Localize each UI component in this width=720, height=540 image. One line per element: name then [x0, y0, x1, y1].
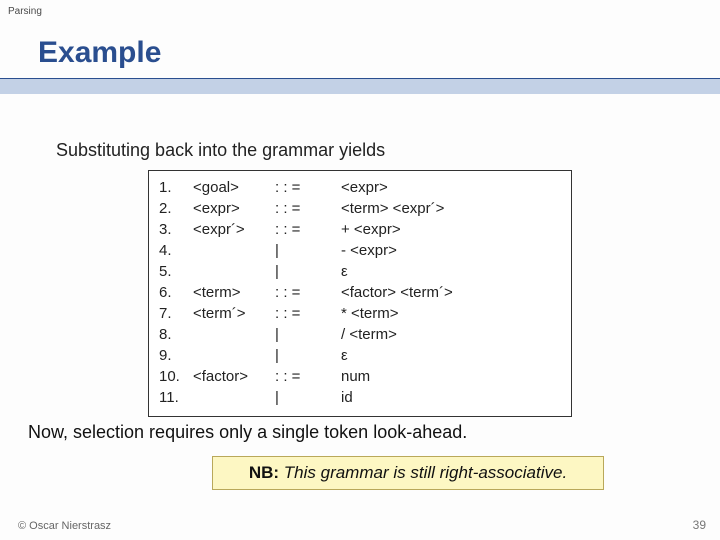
rule-number: 8.	[159, 324, 193, 345]
grammar-row: 9. |ε	[159, 345, 561, 366]
grammar-row: 3.<expr´>: : =+ <expr>	[159, 219, 561, 240]
rule-op: : : =	[275, 303, 341, 324]
rule-lhs	[193, 240, 275, 261]
grammar-row: 11. |id	[159, 387, 561, 408]
rule-rhs: <term> <expr´>	[341, 198, 561, 219]
rule-op: |	[275, 387, 341, 408]
rule-number: 9.	[159, 345, 193, 366]
rule-op: : : =	[275, 366, 341, 387]
rule-lhs	[193, 345, 275, 366]
rule-number: 6.	[159, 282, 193, 303]
rule-rhs: ε	[341, 345, 561, 366]
rule-op: |	[275, 345, 341, 366]
rule-number: 11.	[159, 387, 193, 408]
rule-lhs: <term´>	[193, 303, 275, 324]
rule-lhs: <goal>	[193, 177, 275, 198]
rule-rhs: + <expr>	[341, 219, 561, 240]
rule-number: 2.	[159, 198, 193, 219]
rule-op: : : =	[275, 219, 341, 240]
grammar-row: 2.<expr>: : =<term> <expr´>	[159, 198, 561, 219]
rule-rhs: * <term>	[341, 303, 561, 324]
grammar-row: 10.<factor>: : =num	[159, 366, 561, 387]
rule-rhs: <expr>	[341, 177, 561, 198]
rule-lhs	[193, 324, 275, 345]
rule-op: |	[275, 240, 341, 261]
callout-box: NB: This grammar is still right-associat…	[212, 456, 604, 490]
rule-lhs	[193, 261, 275, 282]
rule-number: 3.	[159, 219, 193, 240]
grammar-row: 8. |/ <term>	[159, 324, 561, 345]
grammar-box: 1.<goal>: : =<expr>2.<expr>: : =<term> <…	[148, 170, 572, 417]
title-underline	[0, 78, 720, 94]
rule-number: 4.	[159, 240, 193, 261]
rule-rhs: - <expr>	[341, 240, 561, 261]
rule-op: : : =	[275, 177, 341, 198]
rule-op: |	[275, 324, 341, 345]
rule-rhs: id	[341, 387, 561, 408]
rule-op: : : =	[275, 282, 341, 303]
rule-op: |	[275, 261, 341, 282]
rule-lhs: <expr´>	[193, 219, 275, 240]
grammar-row: 1.<goal>: : =<expr>	[159, 177, 561, 198]
rule-lhs: <term>	[193, 282, 275, 303]
copyright: © Oscar Nierstrasz	[18, 520, 111, 532]
grammar-row: 4. |- <expr>	[159, 240, 561, 261]
rule-op: : : =	[275, 198, 341, 219]
rule-rhs: <factor> <term´>	[341, 282, 561, 303]
topic-label: Parsing	[8, 6, 42, 17]
callout-text: This grammar is still right-associative.	[279, 463, 567, 482]
rule-rhs: ε	[341, 261, 561, 282]
lead-text: Substituting back into the grammar yield…	[56, 140, 385, 161]
rule-number: 1.	[159, 177, 193, 198]
rule-number: 5.	[159, 261, 193, 282]
rule-number: 7.	[159, 303, 193, 324]
grammar-row: 5. |ε	[159, 261, 561, 282]
callout-nb: NB:	[249, 463, 279, 482]
page-number: 39	[693, 518, 706, 532]
conclusion-text: Now, selection requires only a single to…	[28, 422, 467, 443]
rule-lhs	[193, 387, 275, 408]
slide-title: Example	[38, 36, 161, 70]
rule-lhs: <factor>	[193, 366, 275, 387]
rule-lhs: <expr>	[193, 198, 275, 219]
rule-rhs: num	[341, 366, 561, 387]
rule-rhs: / <term>	[341, 324, 561, 345]
rule-number: 10.	[159, 366, 193, 387]
grammar-row: 6.<term>: : =<factor> <term´>	[159, 282, 561, 303]
grammar-row: 7.<term´>: : =* <term>	[159, 303, 561, 324]
